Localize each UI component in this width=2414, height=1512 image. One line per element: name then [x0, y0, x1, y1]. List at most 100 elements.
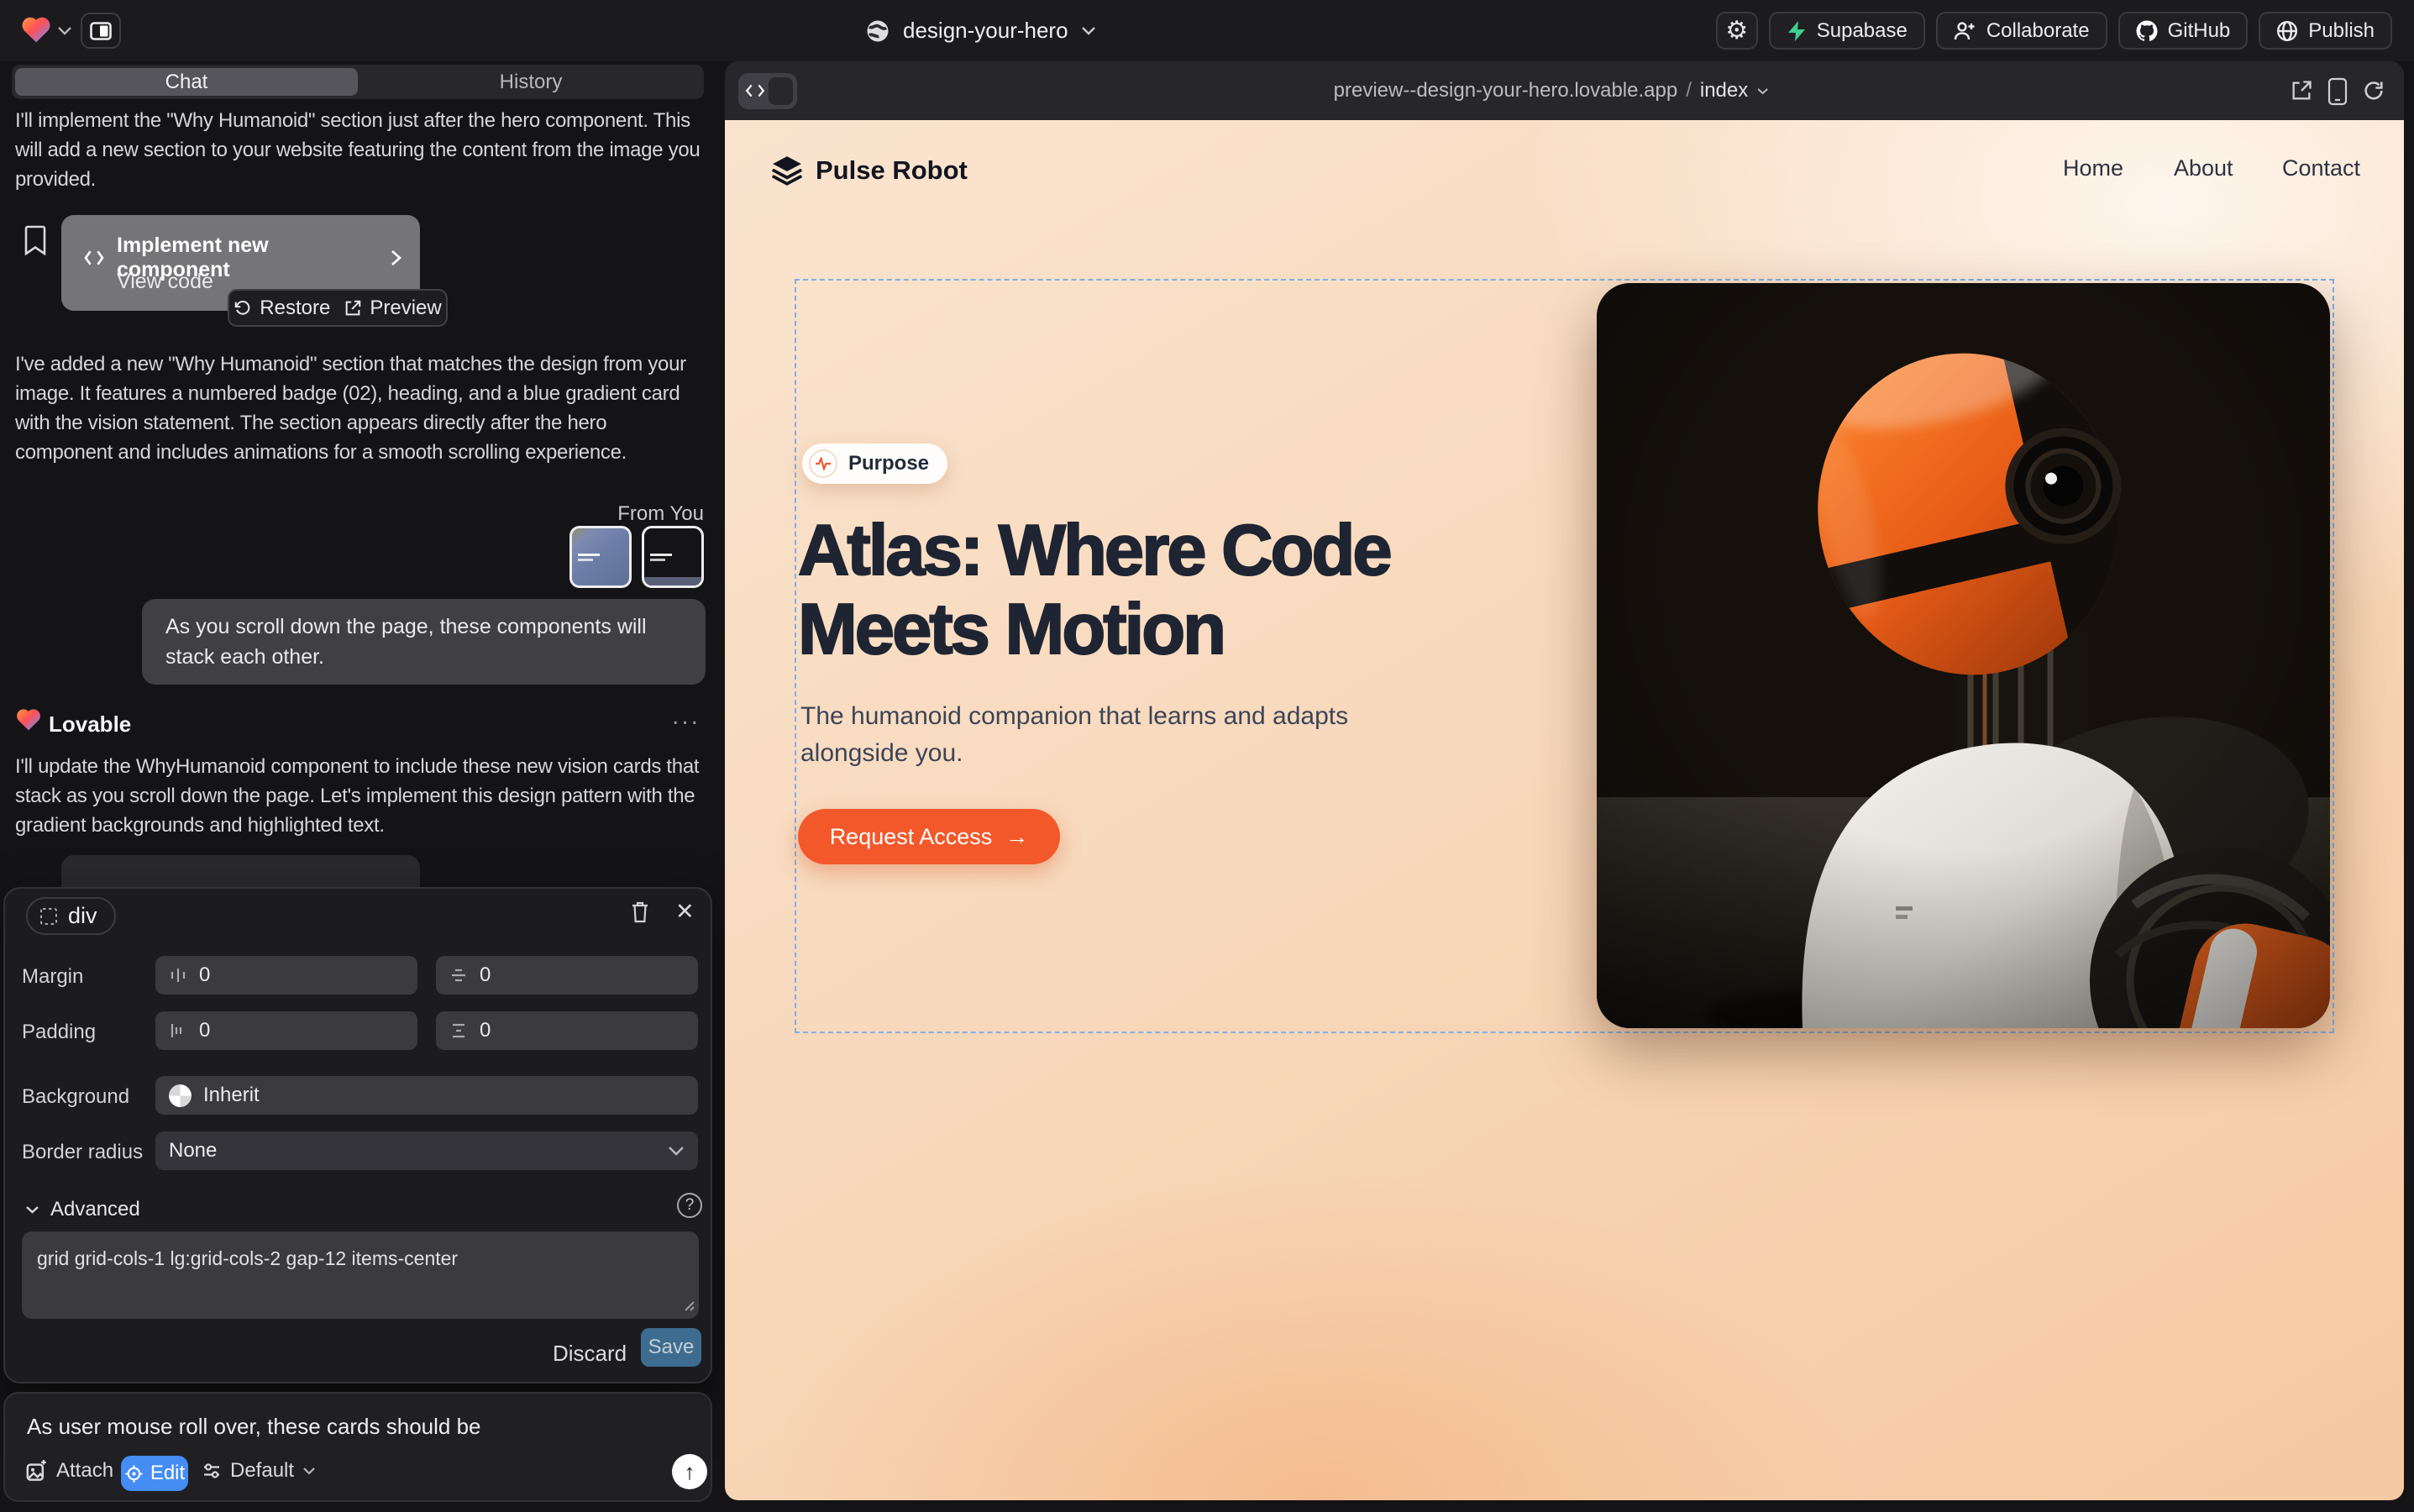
tab-history[interactable]: History	[358, 65, 704, 99]
github-button[interactable]: GitHub	[2118, 12, 2249, 50]
image-attach-icon	[25, 1460, 48, 1483]
nav-link-contact[interactable]: Contact	[2282, 155, 2360, 181]
attachment-thumbnail-blue[interactable]	[569, 526, 632, 588]
padding-horizontal-icon	[169, 1021, 187, 1040]
chevron-down-icon	[302, 1467, 316, 1475]
tailwind-classes-textarea[interactable]: grid grid-cols-1 lg:grid-cols-2 gap-12 i…	[22, 1231, 699, 1319]
message-hover-actions: Restore Preview	[228, 289, 448, 327]
site-canvas: Pulse Robot Home About Contact Purpose A…	[725, 120, 2404, 1500]
chat-history-tabs: Chat History	[12, 65, 704, 99]
purpose-badge[interactable]: Purpose	[802, 444, 947, 484]
save-button[interactable]: Save	[641, 1328, 701, 1367]
margin-vertical-icon	[449, 966, 468, 984]
hero-heading: Atlas: Where Code Meets Motion	[798, 512, 1390, 669]
background-input[interactable]: Inherit	[155, 1076, 698, 1115]
supabase-icon	[1787, 20, 1807, 42]
lovable-logo-icon[interactable]	[20, 14, 52, 44]
resize-handle-icon[interactable]	[682, 1299, 695, 1312]
logo-menu-chevron-icon[interactable]	[57, 26, 72, 35]
request-access-button[interactable]: Request Access →	[798, 809, 1060, 864]
github-icon	[2136, 20, 2158, 42]
open-in-new-tab-button[interactable]	[2290, 79, 2313, 102]
restore-button[interactable]: Restore	[234, 297, 330, 320]
layers-icon	[770, 154, 804, 187]
margin-y-input[interactable]: 0	[436, 956, 698, 995]
nav-link-home[interactable]: Home	[2063, 155, 2123, 181]
code-icon	[745, 81, 765, 100]
help-icon[interactable]: ?	[677, 1193, 702, 1218]
preview-panel: preview--design-your-hero.lovable.app / …	[725, 61, 2404, 1500]
padding-y-input[interactable]: 0	[436, 1011, 698, 1050]
sliders-icon	[202, 1461, 222, 1481]
code-view-toggle[interactable]	[738, 73, 797, 109]
refresh-button[interactable]	[2362, 79, 2385, 102]
attach-button[interactable]: Attach	[25, 1459, 113, 1483]
send-button[interactable]: ↑	[672, 1454, 707, 1489]
preview-button[interactable]: Preview	[344, 297, 441, 320]
top-bar-actions: ⚙ Supabase Collaborate GitHub Publish	[1716, 12, 2392, 50]
supabase-button[interactable]: Supabase	[1769, 12, 1925, 50]
preview-url[interactable]: preview--design-your-hero.lovable.app / …	[1334, 61, 1770, 120]
edit-mode-button[interactable]: Edit	[121, 1456, 188, 1491]
margin-label: Margin	[22, 965, 83, 989]
collaborate-icon	[1954, 20, 1976, 41]
border-radius-label: Border radius	[22, 1141, 143, 1164]
hero-subtitle: The humanoid companion that learns and a…	[800, 698, 1380, 772]
url-page: index	[1700, 79, 1748, 102]
from-you-label: From You	[15, 502, 704, 526]
project-chevron-icon	[1081, 26, 1096, 35]
discard-button[interactable]: Discard	[553, 1341, 627, 1367]
close-inspector-button[interactable]: ✕	[675, 899, 695, 925]
crosshair-icon	[124, 1464, 144, 1483]
user-message-bubble: As you scroll down the page, these compo…	[142, 599, 706, 685]
chat-composer: As user mouse roll over, these cards sho…	[3, 1392, 712, 1502]
chevron-down-icon	[1756, 87, 1769, 95]
lovable-heart-icon	[15, 706, 42, 732]
globe-icon	[865, 18, 890, 44]
assistant-name: Lovable	[49, 711, 131, 738]
lovable-editor-window: design-your-hero ⚙ Supabase Collaborate …	[0, 0, 2414, 1512]
collaborate-button[interactable]: Collaborate	[1936, 12, 2107, 50]
chevron-down-icon	[25, 1205, 39, 1215]
model-selector[interactable]: Default	[202, 1459, 316, 1483]
gear-icon: ⚙	[1725, 18, 1748, 44]
dashed-box-icon	[39, 907, 58, 926]
mobile-view-button[interactable]	[2327, 77, 2348, 106]
bookmark-icon[interactable]	[24, 225, 46, 255]
attachment-thumbnail-orange[interactable]	[642, 526, 704, 588]
advanced-section-toggle[interactable]: Advanced	[25, 1198, 140, 1221]
selected-element-chip[interactable]: div	[26, 897, 116, 935]
project-switcher[interactable]: design-your-hero	[865, 0, 1096, 61]
border-radius-select[interactable]: None	[155, 1131, 698, 1170]
delete-element-button[interactable]	[630, 900, 650, 924]
code-icon	[83, 249, 105, 266]
tab-chat[interactable]: Chat	[15, 68, 358, 96]
publish-globe-icon	[2276, 20, 2298, 42]
pulse-icon	[809, 449, 837, 478]
hero-robot-image[interactable]	[1597, 283, 2330, 1028]
padding-label: Padding	[22, 1021, 96, 1044]
padding-vertical-icon	[449, 1021, 468, 1040]
chevron-down-icon	[668, 1146, 685, 1156]
url-host: preview--design-your-hero.lovable.app	[1334, 79, 1678, 102]
composer-input[interactable]: As user mouse roll over, these cards sho…	[27, 1414, 481, 1440]
publish-button[interactable]: Publish	[2259, 12, 2392, 50]
external-link-icon	[344, 299, 362, 318]
color-swatch-icon	[169, 1084, 192, 1107]
margin-horizontal-icon	[169, 966, 187, 984]
background-label: Background	[22, 1085, 129, 1109]
view-code-link[interactable]: View code	[117, 270, 213, 294]
assistant-message-2: I've added a new "Why Humanoid" section …	[15, 349, 707, 467]
project-name: design-your-hero	[903, 18, 1068, 44]
site-logo[interactable]: Pulse Robot	[770, 154, 968, 187]
padding-x-input[interactable]: 0	[155, 1011, 417, 1050]
margin-x-input[interactable]: 0	[155, 956, 417, 995]
arrow-right-icon: →	[1005, 824, 1028, 850]
nav-link-about[interactable]: About	[2174, 155, 2233, 181]
toggle-sidebar-button[interactable]	[81, 13, 121, 49]
settings-button[interactable]: ⚙	[1716, 12, 1758, 50]
message-menu-button[interactable]: ...	[672, 702, 701, 731]
robot-illustration	[1597, 283, 2330, 1028]
element-inspector-panel: div ✕ Margin 0 0 Padding 0 0 Background …	[3, 887, 712, 1383]
restore-icon	[234, 299, 252, 318]
